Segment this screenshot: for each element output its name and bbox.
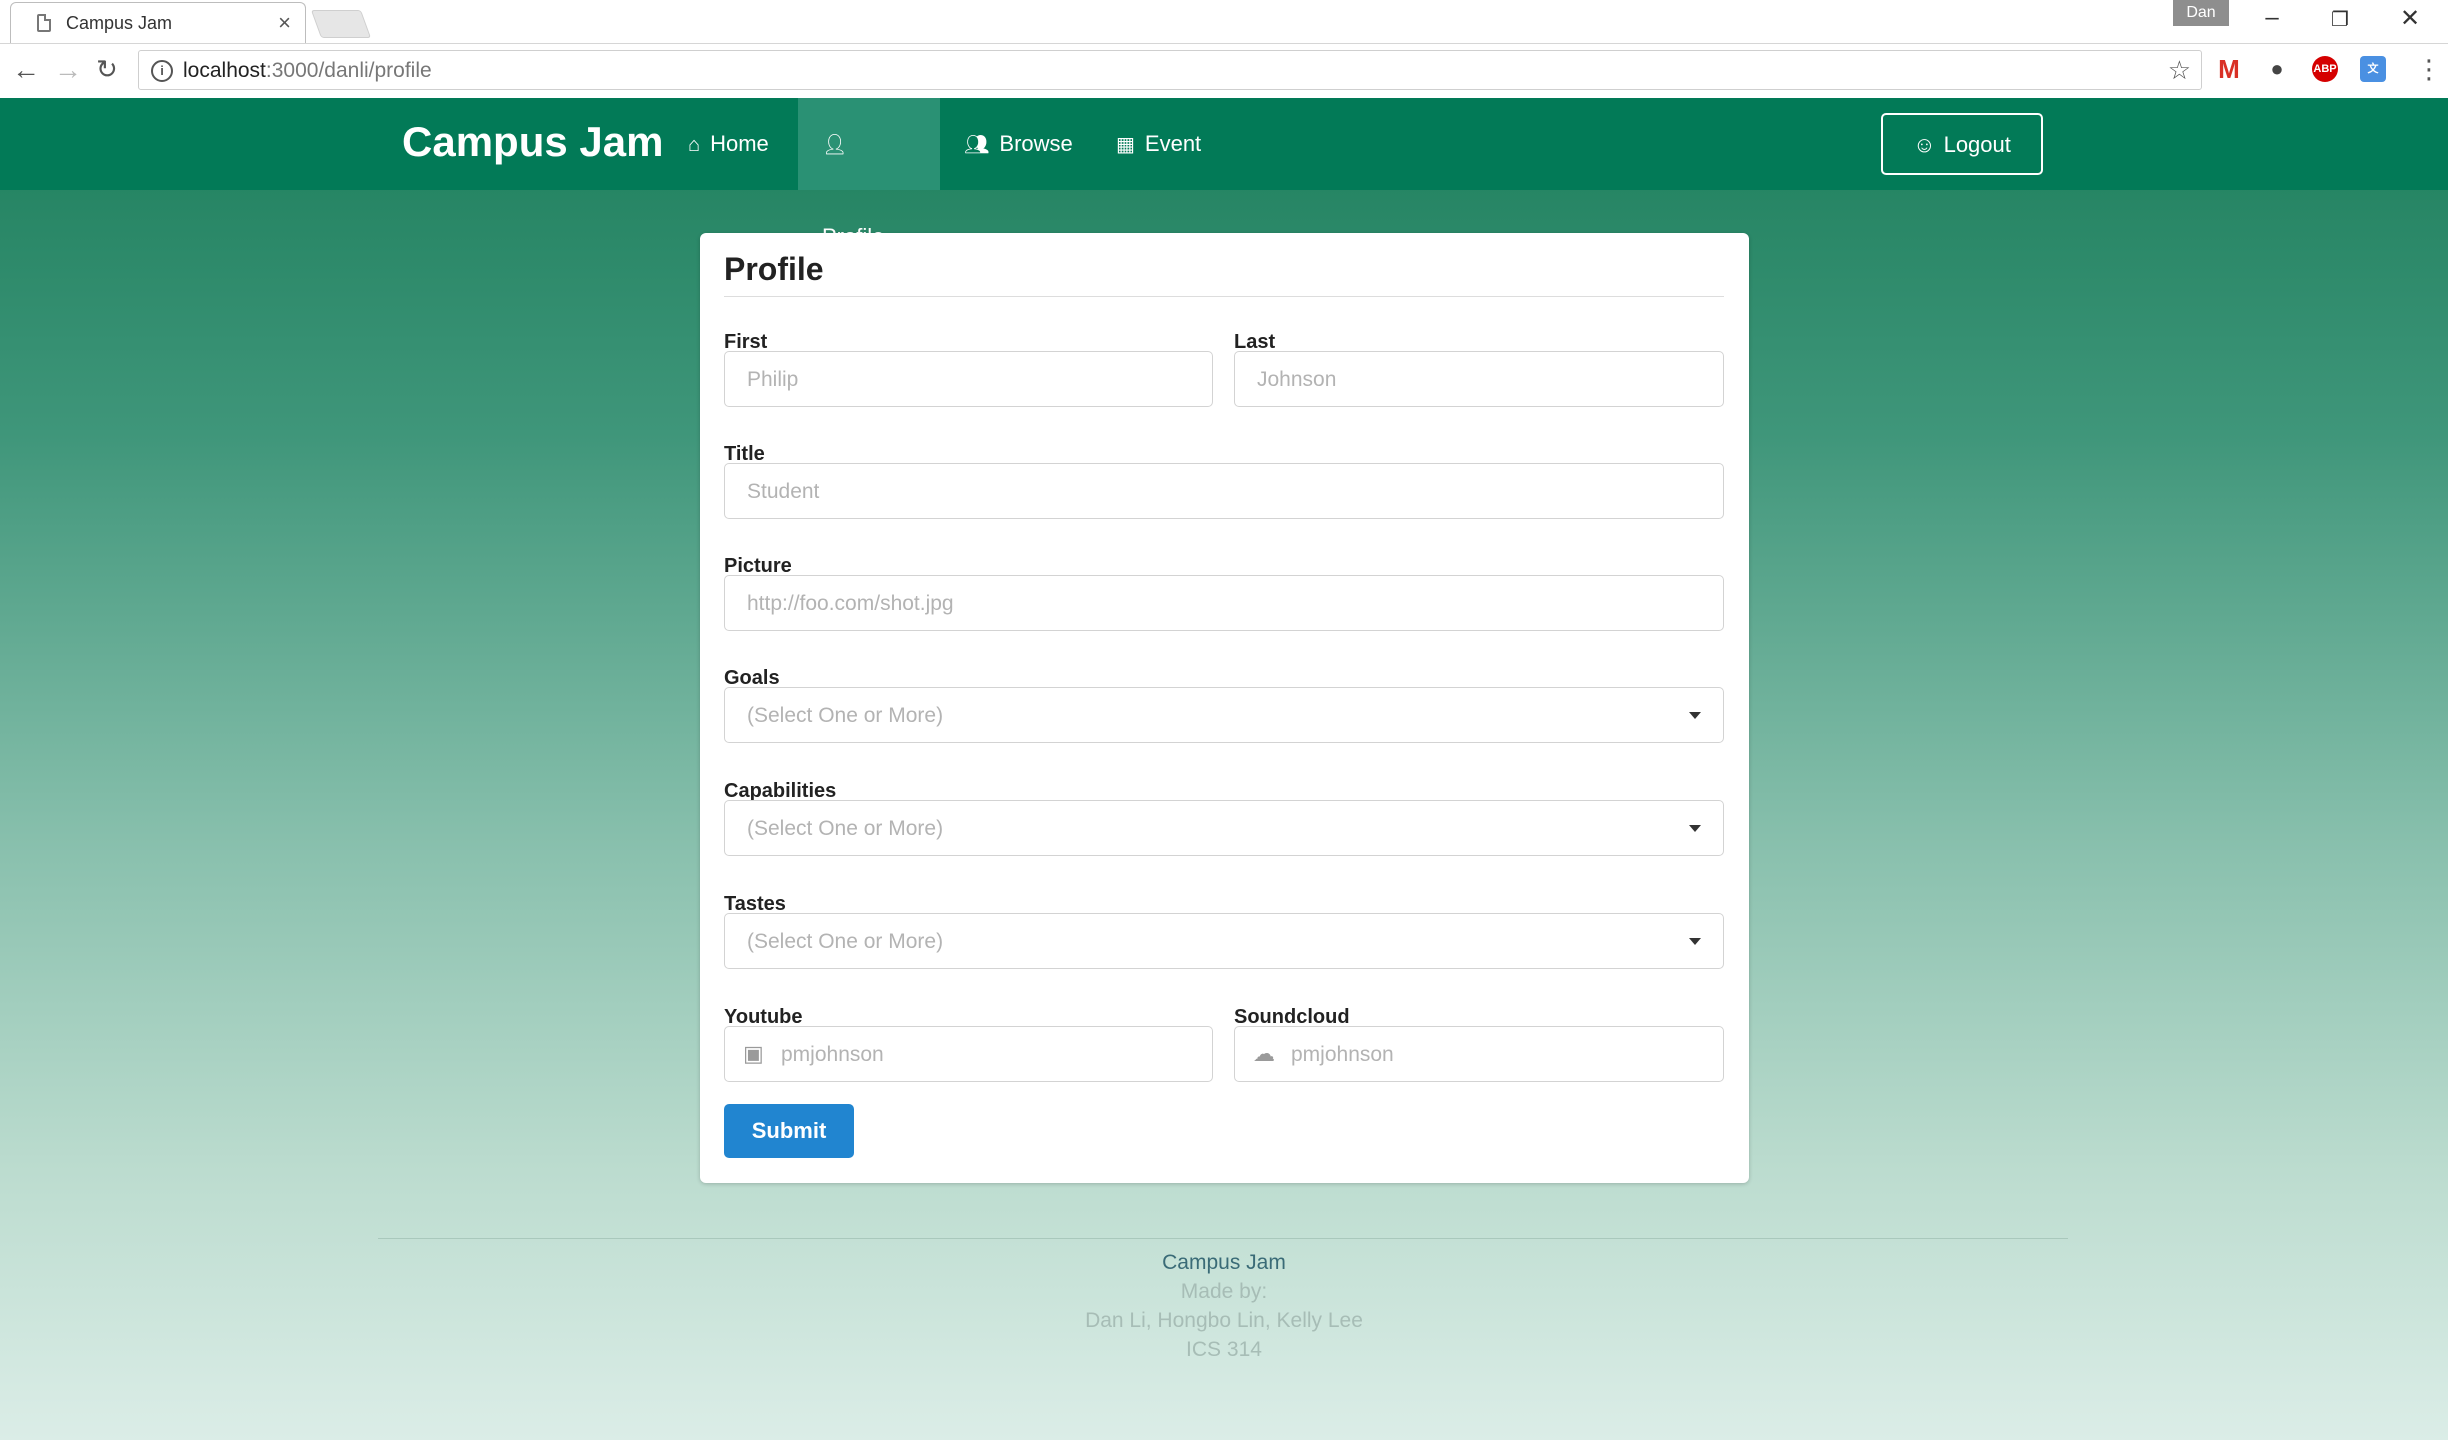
profile-card: Profile First Philip Last Johnson Title … <box>700 233 1749 1183</box>
close-window-icon[interactable]: ✕ <box>2390 4 2430 33</box>
navbar: Campus Jam ⌂Home 👤︎Profile 👥︎Browse ▦Eve… <box>0 98 2448 249</box>
browser-profile-chip[interactable]: Dan <box>2173 0 2229 26</box>
page-title: Profile <box>724 251 1724 297</box>
browser-tab[interactable]: Campus Jam × <box>10 2 306 43</box>
chevron-down-icon <box>1689 712 1701 719</box>
footer-app-name[interactable]: Campus Jam <box>0 1251 2448 1275</box>
logout-button[interactable]: ☺ Logout <box>1881 113 2043 175</box>
goals-select[interactable]: (Select One or More) <box>724 687 1724 743</box>
brand-logo[interactable]: Campus Jam <box>402 118 663 166</box>
soundcloud-icon: ☁ <box>1253 1041 1275 1066</box>
tab-close-icon[interactable]: × <box>278 10 291 36</box>
page-background: Campus Jam ⌂Home 👤︎Profile 👥︎Browse ▦Eve… <box>0 98 2448 1440</box>
bookmark-star-icon[interactable]: ☆ <box>2168 55 2191 86</box>
first-name-input[interactable]: Philip <box>724 351 1213 407</box>
users-icon: 👥︎ <box>964 134 990 156</box>
url-text: localhost:3000/danli/profile <box>183 59 432 82</box>
browser-toolbar: ← → ↻ i localhost:3000/danli/profile ☆ <box>0 44 2448 99</box>
chevron-down-icon <box>1689 825 1701 832</box>
tab-title: Campus Jam <box>66 13 173 33</box>
home-icon: ⌂ <box>688 134 701 156</box>
nav-profile[interactable]: 👤︎Profile <box>798 98 940 249</box>
gmail-icon[interactable]: M <box>2216 56 2242 82</box>
user-icon: 👤︎ <box>822 134 848 156</box>
forward-icon[interactable]: → <box>54 54 82 86</box>
nav-home[interactable]: ⌂ Home <box>664 98 793 190</box>
footer-divider <box>378 1238 2068 1239</box>
logout-icon: ☺ <box>1913 132 1936 157</box>
youtube-icon: ▣ <box>743 1041 764 1066</box>
restore-icon[interactable]: ❐ <box>2320 7 2360 32</box>
info-icon[interactable]: i <box>151 60 173 82</box>
translate-icon[interactable]: 文 <box>2360 56 2386 82</box>
footer-made-by: Made by: <box>1180 1280 1268 1303</box>
capabilities-select[interactable]: (Select One or More) <box>724 800 1724 856</box>
address-bar[interactable]: i localhost:3000/danli/profile ☆ <box>138 50 2202 90</box>
picture-input[interactable]: http://foo.com/shot.jpg <box>724 575 1724 631</box>
soundcloud-input[interactable]: ☁ pmjohnson <box>1234 1026 1724 1082</box>
tastes-select[interactable]: (Select One or More) <box>724 913 1724 969</box>
reload-icon[interactable]: ↻ <box>96 54 118 85</box>
adblock-icon[interactable]: ABP <box>2312 56 2338 82</box>
chevron-down-icon <box>1689 938 1701 945</box>
nav-event[interactable]: ▦ Event <box>1092 98 1225 190</box>
calendar-icon: ▦ <box>1116 134 1135 156</box>
minimize-icon[interactable]: – <box>2252 4 2292 32</box>
lightbulb-icon[interactable]: ● <box>2264 56 2290 82</box>
nav-browse[interactable]: 👥︎ Browse <box>940 98 1097 190</box>
new-tab-button[interactable] <box>310 10 372 38</box>
back-icon[interactable]: ← <box>12 54 40 86</box>
title-input[interactable]: Student <box>724 463 1724 519</box>
browser-tabbar: Campus Jam × Dan – ❐ ✕ <box>0 0 2448 44</box>
browser-menu-icon[interactable]: ⋮ <box>2416 54 2442 85</box>
document-icon <box>37 14 51 32</box>
last-name-input[interactable]: Johnson <box>1234 351 1724 407</box>
youtube-input[interactable]: ▣ pmjohnson <box>724 1026 1213 1082</box>
footer-course: ICS 314 <box>1186 1338 1262 1361</box>
footer-authors: Dan Li, Hongbo Lin, Kelly Lee <box>1085 1309 1363 1332</box>
submit-button[interactable]: Submit <box>724 1104 854 1158</box>
